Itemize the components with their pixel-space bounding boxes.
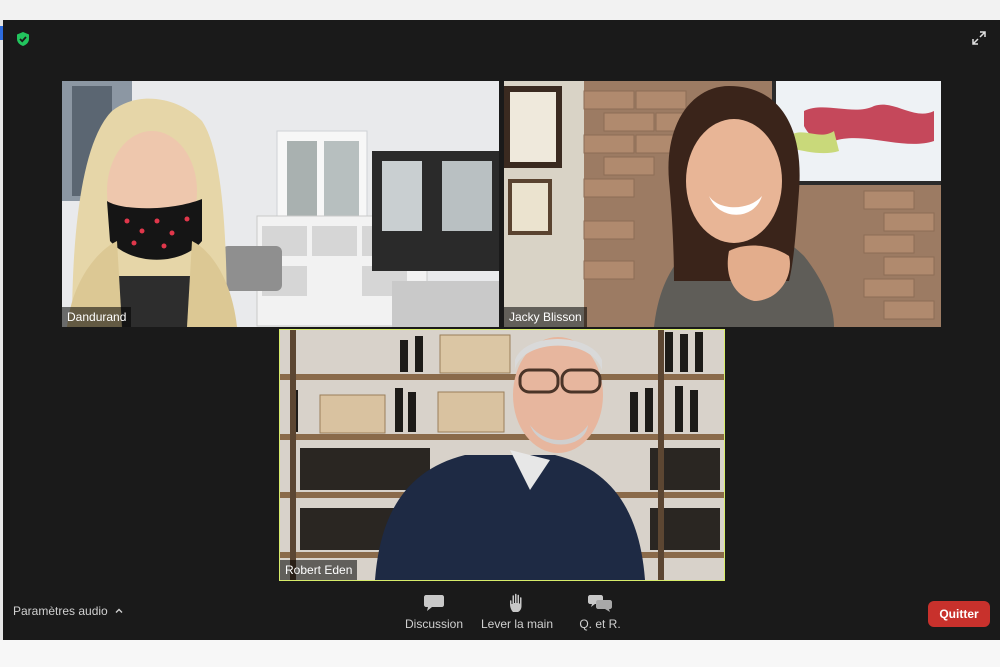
video-feed-jacky-blisson [504, 81, 941, 327]
top-strip [0, 0, 1000, 20]
raise-hand-button[interactable]: Lever la main [477, 593, 557, 631]
audio-settings-button[interactable]: Paramètres audio [13, 604, 124, 618]
participant-name-label: Dandurand [62, 307, 132, 327]
discussion-label: Discussion [404, 617, 464, 631]
video-tile-robert-eden[interactable]: Robert Eden [279, 329, 725, 581]
chat-bubble-icon [424, 595, 444, 611]
participant-name-label: Robert Eden [280, 560, 358, 580]
qa-bubbles-icon [588, 595, 612, 612]
participant-name-label: Jacky Blisson [504, 307, 587, 327]
audio-settings-label: Paramètres audio [13, 604, 108, 618]
video-feed-robert-eden [280, 330, 724, 580]
video-tile-jacky-blisson[interactable]: Jacky Blisson [504, 81, 941, 327]
discussion-button[interactable]: Discussion [394, 593, 474, 631]
chevron-up-icon[interactable] [114, 606, 124, 616]
quit-button[interactable]: Quitter [928, 601, 990, 627]
meeting-toolbar: Paramètres audio Discussion Lever la mai… [3, 585, 1000, 640]
hand-icon [510, 593, 522, 612]
meeting-window: Dandurand Jacky Blisson Robert Eden Para… [3, 20, 1000, 640]
qa-button[interactable]: Q. et R. [560, 593, 640, 631]
qa-label: Q. et R. [579, 617, 621, 631]
video-feed-dandurand [62, 81, 499, 327]
expand-arrows-icon[interactable] [970, 29, 988, 47]
video-tile-dandurand[interactable]: Dandurand [62, 81, 499, 327]
shield-check-icon[interactable] [15, 31, 31, 47]
bottom-strip [0, 640, 1000, 667]
raise-hand-label: Lever la main [480, 617, 554, 631]
